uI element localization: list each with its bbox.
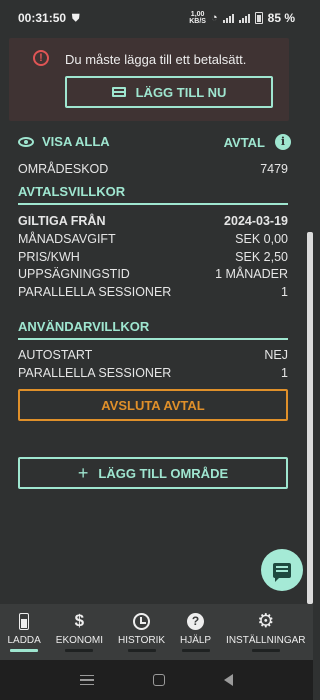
user-terms-title: ANVÄNDARVILLKOR	[18, 319, 288, 340]
credit-card-icon	[111, 87, 126, 97]
area-code-row: OMRÅDESKOD 7479	[18, 162, 288, 176]
row-value: 1 MÅNADER	[215, 267, 288, 281]
back-icon[interactable]	[224, 674, 234, 686]
signal-icon	[222, 13, 234, 23]
add-payment-button[interactable]: LÄGG TILL NU	[65, 76, 273, 108]
agreement-label: AVTAL	[223, 134, 265, 150]
add-area-label: LÄGG TILL OMRÅDE	[98, 465, 229, 481]
row-label: PARALLELLA SESSIONER	[18, 285, 172, 299]
history-icon	[133, 612, 150, 630]
help-icon: ?	[187, 612, 205, 630]
error-icon: !	[33, 50, 49, 66]
active-indicator	[10, 649, 39, 652]
chat-button[interactable]	[261, 549, 303, 591]
charging-icon	[19, 612, 30, 630]
nav-item-label: HJÄLP	[179, 635, 212, 646]
home-icon[interactable]	[152, 674, 165, 686]
nav-item-label: LADDA	[7, 635, 41, 646]
payment-alert-card: ! Du måste lägga till ett betalsätt. LÄG…	[9, 38, 289, 121]
notice-period-row: UPPSÄGNINGSTID 1 MÅNADER	[18, 267, 288, 281]
valid-from-row: GILTIGA FRÅN 2024-03-19	[18, 214, 288, 228]
monthly-fee-row: MÅNADSAVGIFT SEK 0,00	[18, 232, 288, 246]
status-bar: 00:31:50 ⛊ 1,00 KB/S ◔ 85 %	[0, 0, 313, 36]
clock: 00:31:50	[18, 11, 67, 25]
autostart-row: AUTOSTART NEJ	[18, 348, 288, 362]
network-speed: 1,00 KB/S	[189, 11, 206, 25]
wifi-icon: ◔	[210, 12, 218, 24]
plus-icon: +	[77, 463, 89, 483]
show-all-label: VISA ALLA	[42, 134, 110, 149]
nav-indicator	[65, 649, 94, 652]
scrollbar[interactable]	[307, 232, 313, 604]
row-value: NEJ	[264, 348, 288, 362]
area-code-value: 7479	[260, 162, 288, 176]
battery-icon	[254, 12, 263, 24]
system-nav-bar	[0, 660, 313, 700]
user-parallel-sessions-row: PARALLELLA SESSIONER 1	[18, 366, 288, 380]
end-agreement-label: AVSLUTA AVTAL	[101, 397, 205, 413]
battery-level: 85 %	[267, 11, 295, 25]
row-label: PARALLELLA SESSIONER	[18, 366, 172, 380]
signal-icon-2	[238, 13, 250, 23]
price-per-kwh-row: PRIS/KWH SEK 2,50	[18, 250, 288, 264]
shield-icon: ⛊	[72, 12, 80, 24]
row-value: 2024-03-19	[224, 214, 288, 228]
nav-indicator	[181, 649, 210, 652]
row-value: SEK 0,00	[235, 232, 288, 246]
row-label: AUTOSTART	[18, 348, 93, 362]
end-agreement-button[interactable]: AVSLUTA AVTAL	[18, 389, 288, 421]
nav-indicator	[127, 649, 156, 652]
row-label: GILTIGA FRÅN	[18, 214, 106, 228]
show-all-button[interactable]: VISA ALLA	[18, 134, 110, 149]
nav-item-settings[interactable]: ⚙ INSTÄLLNINGAR	[219, 604, 313, 660]
area-code-label: OMRÅDESKOD	[18, 162, 109, 176]
recent-apps-icon[interactable]	[79, 675, 94, 685]
gear-icon: ⚙	[257, 610, 275, 632]
bottom-nav: LADDA $ EKONOMI HISTORIK ? HJÄLP ⚙ INSTÄ…	[0, 604, 313, 660]
agreement-header: AVTAL i	[224, 134, 291, 150]
nav-item-economy[interactable]: $ EKONOMI	[48, 604, 110, 660]
chat-icon	[273, 562, 291, 582]
nav-item-label: INSTÄLLNINGAR	[226, 635, 306, 646]
nav-item-label: HISTORIK	[117, 635, 166, 646]
row-value: 1	[281, 366, 288, 380]
add-payment-label: LÄGG TILL NU	[135, 84, 227, 100]
nav-item-history[interactable]: HISTORIK	[111, 604, 173, 660]
info-icon[interactable]: i	[275, 134, 291, 150]
row-label: UPPSÄGNINGSTID	[18, 267, 130, 281]
dollar-icon: $	[74, 611, 85, 630]
row-label: PRIS/KWH	[18, 250, 80, 264]
eye-icon	[18, 136, 34, 147]
parallel-sessions-row: PARALLELLA SESSIONER 1	[18, 285, 288, 299]
row-label: MÅNADSAVGIFT	[18, 232, 116, 246]
nav-item-charge[interactable]: LADDA	[0, 604, 48, 660]
row-value: SEK 2,50	[235, 250, 288, 264]
alert-message: Du måste lägga till ett betalsätt.	[65, 52, 247, 67]
nav-indicator	[251, 649, 280, 652]
nav-item-label: EKONOMI	[55, 635, 104, 646]
row-value: 1	[281, 285, 288, 299]
nav-item-help[interactable]: ? HJÄLP	[173, 604, 219, 660]
add-area-button[interactable]: + LÄGG TILL OMRÅDE	[18, 457, 288, 489]
agreement-terms-title: AVTALSVILLKOR	[18, 184, 288, 205]
